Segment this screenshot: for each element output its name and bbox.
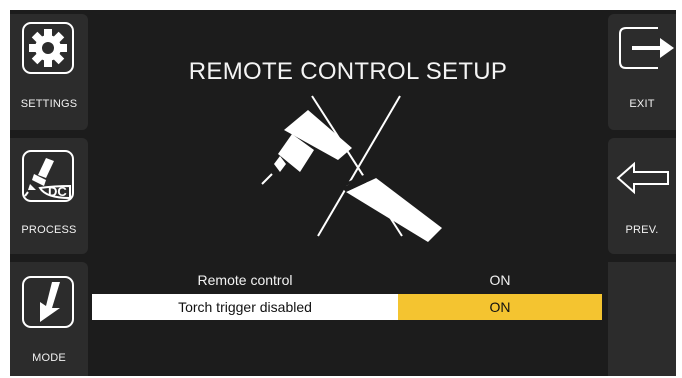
left-arrow-icon xyxy=(616,161,669,195)
settings-label: SETTINGS xyxy=(20,98,78,110)
setting-row-torch-trigger-disabled[interactable]: Torch trigger disabled ON xyxy=(92,294,602,320)
settings-button[interactable]: SETTINGS xyxy=(10,14,88,130)
exit-label: EXIT xyxy=(629,98,655,110)
prev-label: PREV. xyxy=(625,224,659,236)
mode-button[interactable]: MODE xyxy=(10,262,88,376)
main-panel: REMOTE CONTROL SETUP Remote control ON T… xyxy=(92,14,604,376)
process-label: PROCESS xyxy=(21,224,77,236)
gear-icon xyxy=(22,22,74,74)
setting-value: ON xyxy=(489,272,511,288)
right-filler-panel xyxy=(608,262,676,376)
prev-button[interactable]: PREV. xyxy=(608,138,676,254)
process-button[interactable]: DC PROCESS xyxy=(10,138,88,254)
dc-text: DC xyxy=(48,184,67,199)
exit-button[interactable]: EXIT xyxy=(608,14,676,130)
down-arrow-icon xyxy=(22,276,74,328)
setting-name: Remote control xyxy=(197,272,293,288)
welder-display: SETTINGS DC PROCESS MODE REMOTE CONTROL … xyxy=(10,10,676,376)
setting-value: ON xyxy=(398,294,602,320)
setting-row-remote-control[interactable]: Remote control ON xyxy=(92,267,602,293)
setting-name: Torch trigger disabled xyxy=(178,299,312,315)
exit-arrow-icon xyxy=(619,27,674,69)
torch-disabled-illustration xyxy=(261,95,442,242)
mode-label: MODE xyxy=(32,352,66,364)
page-title: REMOTE CONTROL SETUP xyxy=(188,58,508,85)
